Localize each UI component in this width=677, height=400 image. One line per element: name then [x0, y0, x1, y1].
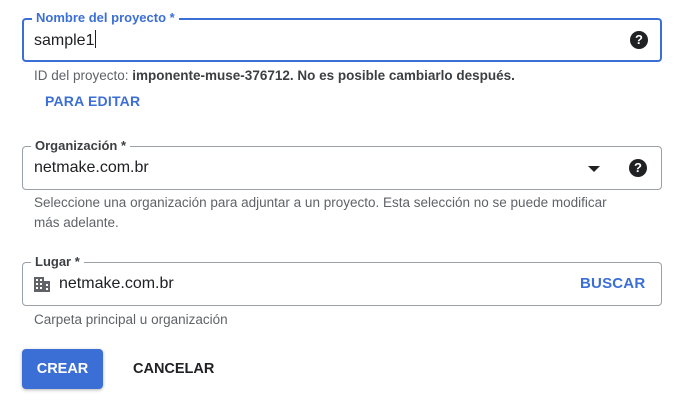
location-hint: Carpeta principal u organización [34, 312, 228, 327]
building-icon [34, 277, 50, 292]
browse-button[interactable]: BUSCAR [580, 275, 645, 292]
cancel-button[interactable]: CANCELAR [133, 349, 214, 389]
create-button[interactable]: CREAR [22, 349, 103, 389]
project-name-label: Nombre del proyecto * [32, 10, 179, 26]
text-cursor [95, 30, 97, 48]
help-circle-icon[interactable]: ? [629, 159, 647, 177]
edit-project-id-button[interactable]: PARA EDITAR [45, 93, 140, 109]
project-name-input[interactable]: sample1 [34, 30, 97, 51]
project-id-hint: ID del proyecto: imponente-muse-376712. … [34, 68, 515, 83]
project-id-value: imponente-muse-376712 [132, 68, 290, 83]
organization-select[interactable]: netmake.com.br [34, 158, 149, 178]
location-field[interactable]: Lugar * netmake.com.br BUSCAR [22, 254, 662, 306]
caret-down-icon[interactable] [588, 166, 600, 172]
organization-hint: Seleccione una organización para adjunta… [34, 195, 607, 230]
help-circle-icon[interactable]: ? [630, 31, 648, 49]
location-label: Lugar * [31, 254, 84, 270]
organization-field[interactable]: Organización * netmake.com.br ? [22, 138, 662, 190]
organization-label: Organización * [31, 138, 131, 154]
location-value: netmake.com.br [59, 275, 174, 292]
project-name-field[interactable]: Nombre del proyecto * sample1 ? [22, 10, 662, 62]
